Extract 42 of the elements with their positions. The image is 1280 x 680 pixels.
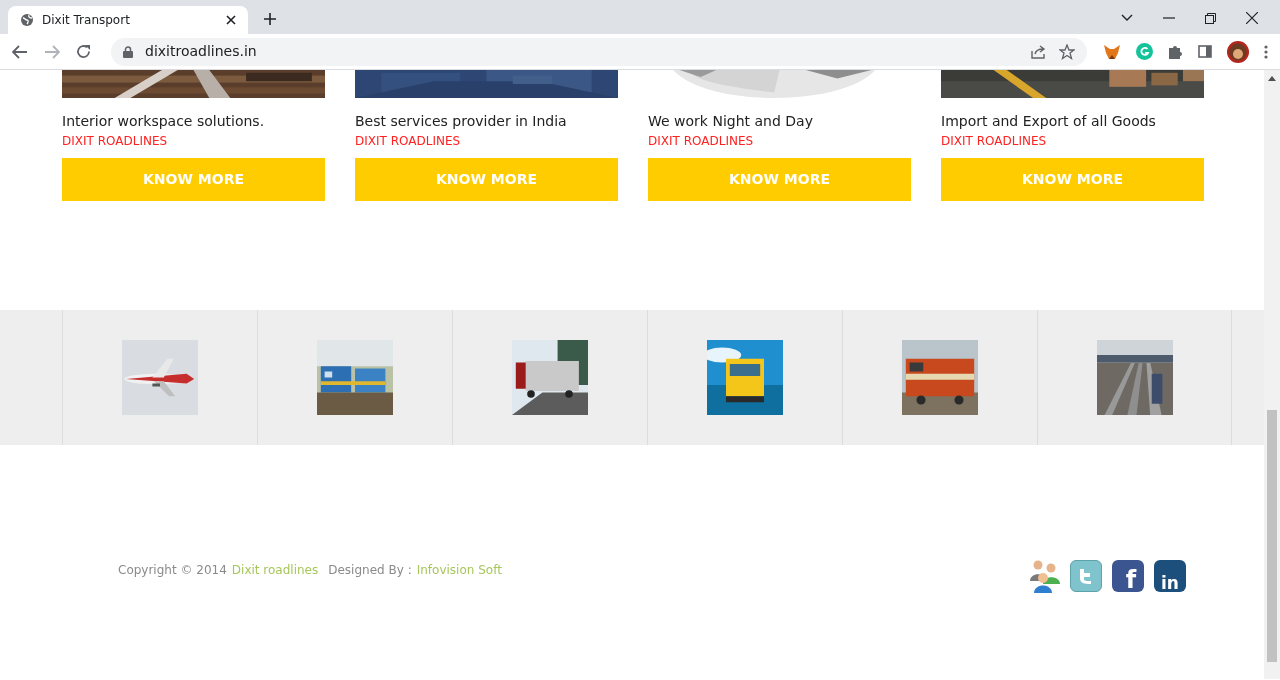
facebook-icon[interactable]: f — [1112, 560, 1144, 592]
designed-by-text: Designed By : — [328, 562, 412, 579]
card-subtitle: DIXIT ROADLINES — [941, 133, 1048, 150]
share-icon[interactable] — [1031, 44, 1047, 59]
card-title: Interior workspace solutions. — [62, 112, 266, 131]
know-more-button[interactable]: KNOW MORE — [62, 158, 325, 201]
card-subtitle: DIXIT ROADLINES — [355, 133, 462, 150]
twitter-icon[interactable] — [1070, 560, 1102, 592]
side-panel-icon[interactable] — [1198, 45, 1212, 58]
card-title: Import and Export of all Goods — [941, 112, 1157, 131]
puzzle-icon[interactable] — [1168, 44, 1183, 59]
know-more-button[interactable]: KNOW MORE — [355, 158, 618, 201]
company-link[interactable]: Dixit roadlines — [231, 561, 319, 579]
scroll-up-icon[interactable] — [1268, 76, 1276, 81]
copyright-text: Copyright © 2014 — [118, 562, 227, 579]
globe-icon — [20, 13, 34, 27]
card-subtitle: DIXIT ROADLINES — [648, 133, 755, 150]
close-icon[interactable] — [226, 15, 236, 25]
card-title: We work Night and Day — [648, 112, 814, 131]
fox-icon[interactable] — [1103, 43, 1121, 60]
browser-tab[interactable]: Dixit Transport — [8, 6, 248, 34]
avatar-icon[interactable] — [1227, 40, 1249, 63]
back-arrow-icon[interactable] — [12, 44, 28, 59]
linkedin-icon[interactable]: in — [1154, 560, 1186, 592]
url-text: dixitroadlines.in — [145, 42, 258, 61]
menu-icon[interactable] — [1264, 44, 1268, 59]
tab-title: Dixit Transport — [42, 12, 131, 29]
card-subtitle: DIXIT ROADLINES — [62, 133, 169, 150]
new-tab-icon[interactable] — [264, 13, 276, 25]
people-icon[interactable] — [1030, 559, 1060, 593]
star-icon[interactable] — [1059, 43, 1075, 60]
close-window-icon[interactable] — [1246, 12, 1258, 24]
lock-icon — [123, 45, 133, 58]
know-more-button[interactable]: KNOW MORE — [941, 158, 1204, 201]
designer-link[interactable]: Infovision Soft — [416, 561, 502, 579]
know-more-button[interactable]: KNOW MORE — [648, 158, 911, 201]
chevron-down-icon[interactable] — [1121, 14, 1133, 22]
address-bar[interactable]: dixitroadlines.in — [111, 37, 1087, 66]
reload-icon[interactable] — [76, 44, 91, 59]
card-title: Best services provider in India — [355, 112, 568, 131]
scrollbar[interactable] — [1264, 70, 1280, 679]
restore-icon[interactable] — [1205, 12, 1216, 24]
